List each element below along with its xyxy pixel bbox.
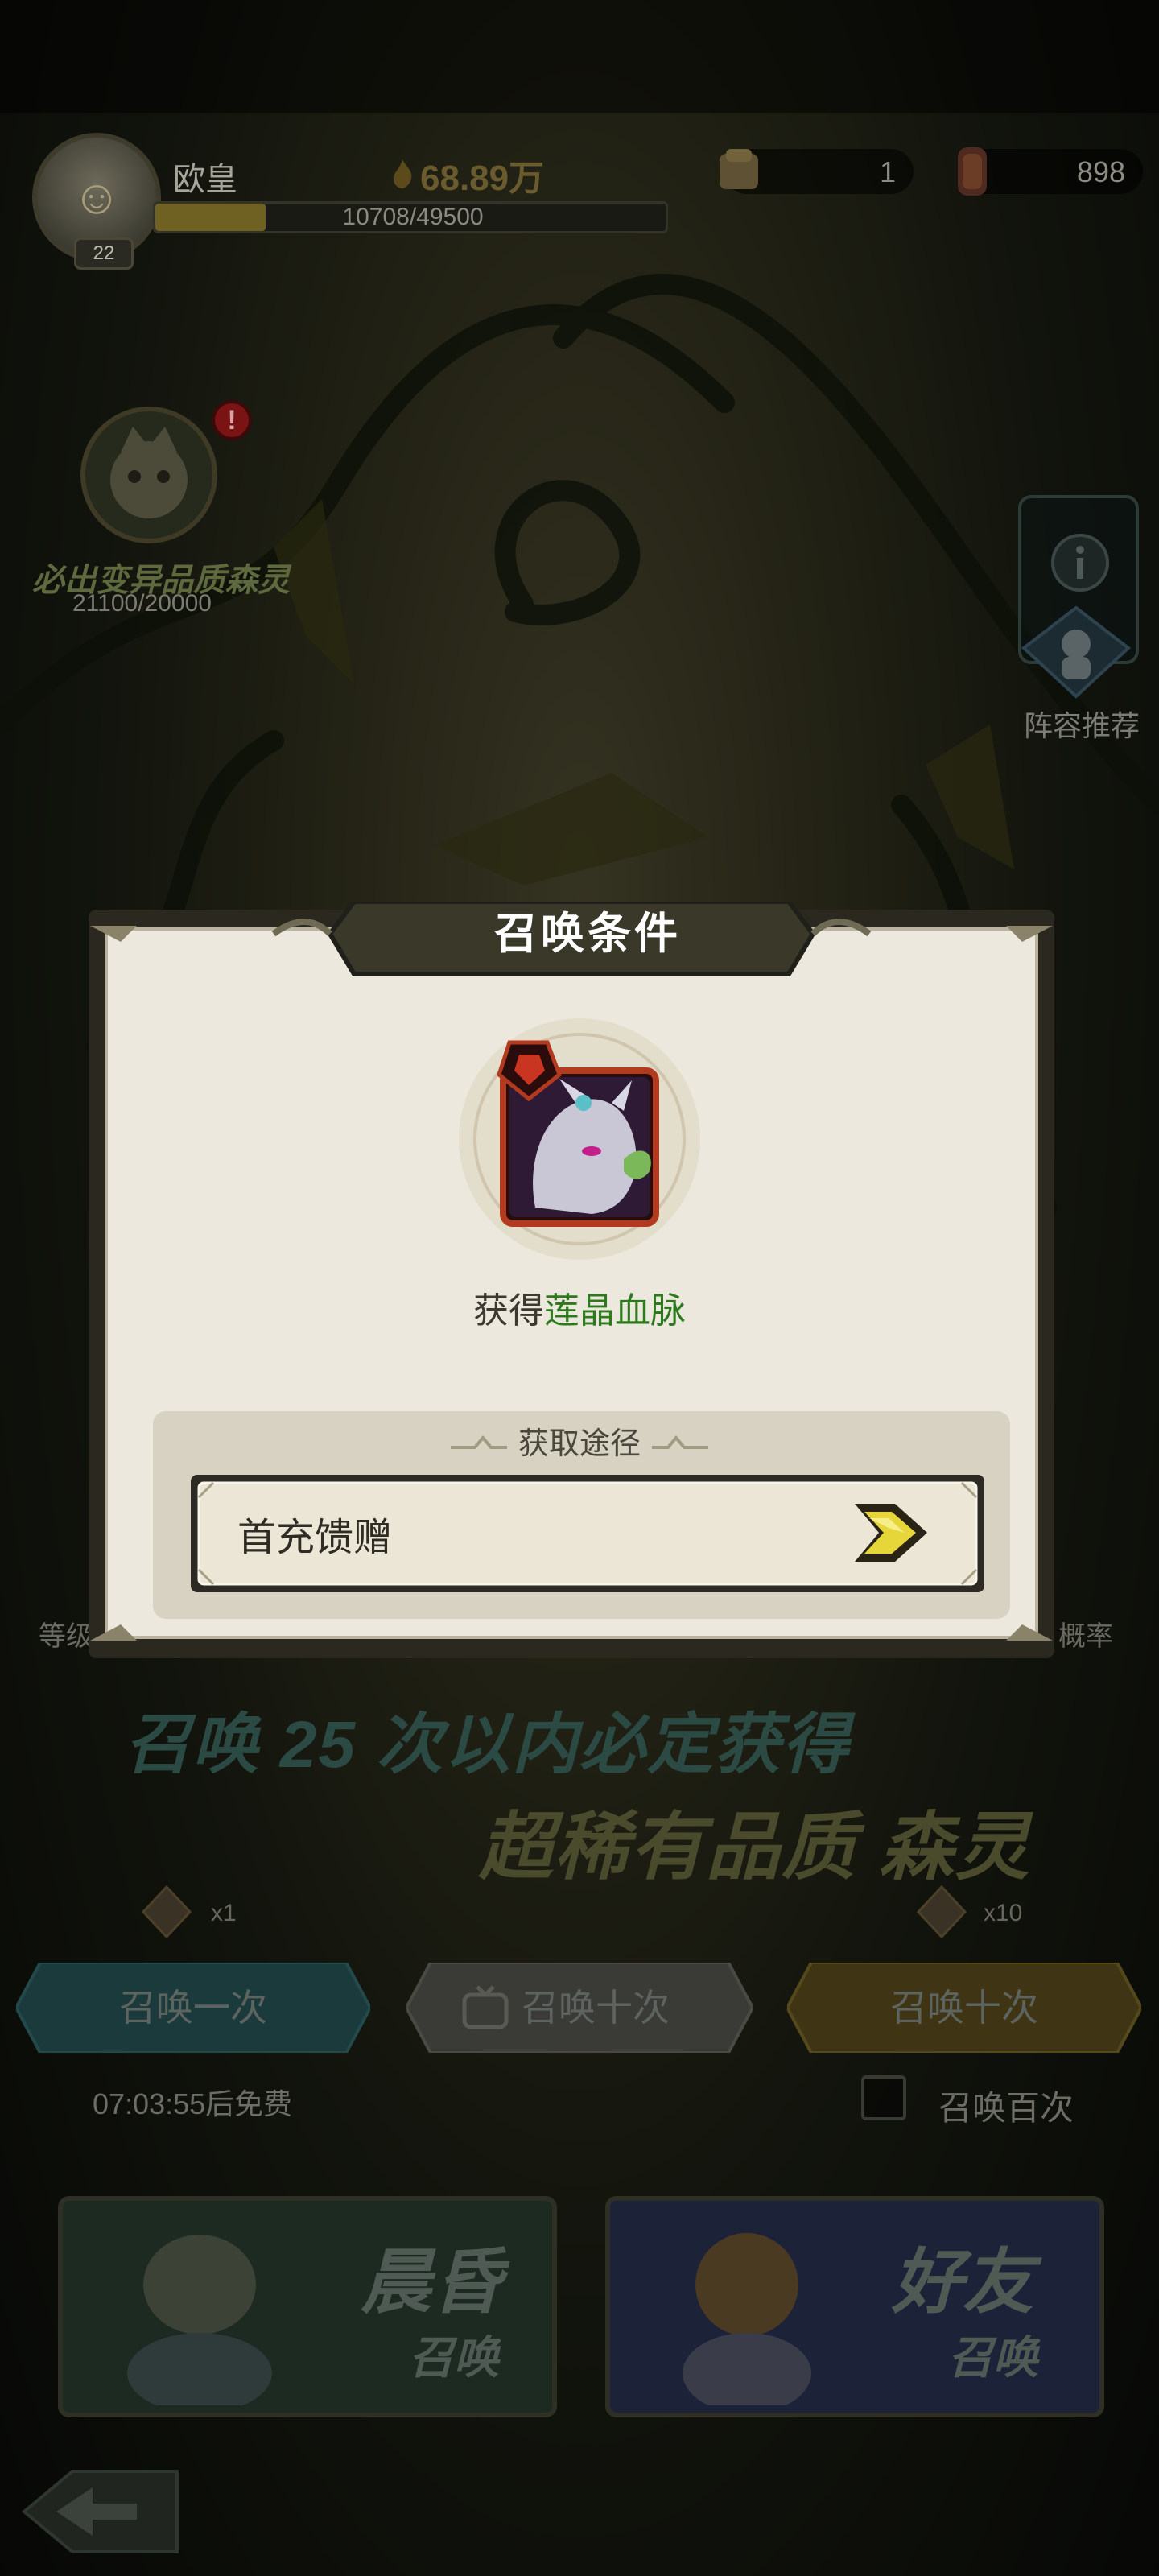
- banner-guarantee-line: 召唤 25 次以内必定获得: [125, 1708, 850, 1781]
- summon-once-button[interactable]: 召唤一次: [16, 1963, 370, 2053]
- summon-scroll-icon: [720, 149, 758, 189]
- obtain-item-name[interactable]: 莲晶血脉: [544, 1291, 686, 1331]
- premium-scroll-icon: [958, 147, 987, 196]
- friend-summon-card[interactable]: 好友 召唤: [605, 2196, 1104, 2417]
- ad-summon-ten-label: 召唤十次: [522, 1987, 670, 2029]
- summon-hundred-label: 召唤百次: [938, 2089, 1074, 2127]
- power-flame-icon: [394, 159, 412, 188]
- friend-title: 好友: [892, 2242, 1034, 2322]
- header-ornament-right-icon: [652, 1435, 708, 1449]
- power-value: 68.89万: [420, 159, 545, 198]
- exp-bar: 10708/49500: [153, 201, 668, 233]
- player-level-badge: 22: [74, 237, 134, 270]
- currency-value: 1: [879, 155, 896, 188]
- event-alert-badge: !: [212, 400, 252, 440]
- currency-summon-scroll[interactable]: 1: [720, 149, 914, 194]
- dawn-dusk-character-art: [127, 2235, 272, 2405]
- summon-ten-label: 召唤十次: [890, 1987, 1038, 2029]
- lineup-recommend-label: 阵容推荐: [1024, 709, 1140, 742]
- back-button[interactable]: [16, 2463, 185, 2560]
- dawn-dusk-sub: 召唤: [409, 2332, 499, 2383]
- obtain-prefix: 获得: [473, 1291, 544, 1331]
- dawn-dusk-summon-card[interactable]: 晨昏 召唤: [58, 2196, 557, 2417]
- mutant-spirit-event-icon[interactable]: [76, 402, 221, 547]
- acquisition-header: 获取途径: [518, 1427, 641, 1461]
- first-recharge-gift-label: 首充馈赠: [237, 1517, 393, 1559]
- level-side-label[interactable]: 等级: [39, 1614, 93, 1653]
- info-icon: [1051, 534, 1109, 592]
- currency-value: 898: [1076, 155, 1125, 188]
- free-summon-timer: 07:03:55后免费: [93, 2087, 293, 2120]
- ad-summon-ten-button[interactable]: 召唤十次: [406, 1963, 753, 2053]
- ten-cost-icon: [916, 1885, 967, 1939]
- dawn-dusk-title: 晨昏: [361, 2242, 503, 2322]
- rate-side-label[interactable]: 概率: [1058, 1614, 1113, 1653]
- lineup-recommend-icon[interactable]: [1016, 604, 1136, 708]
- single-cost-icon: [141, 1885, 192, 1939]
- lotus-crystal-bloodline-portrait[interactable]: [463, 1022, 696, 1256]
- event-progress: 21100/20000: [72, 590, 212, 617]
- summon-hundred-checkbox[interactable]: [861, 2075, 906, 2120]
- ten-cost-count: x10: [984, 1900, 1023, 1926]
- currency-premium-scroll[interactable]: 898: [958, 147, 1143, 196]
- exp-text: 10708/49500: [342, 204, 484, 230]
- dialog-title: 召唤条件: [494, 910, 681, 958]
- single-cost-count: x1: [211, 1900, 237, 1926]
- summon-once-label: 召唤一次: [119, 1987, 267, 2029]
- player-name: 欧皇: [173, 162, 237, 197]
- go-arrow-icon[interactable]: [847, 1496, 934, 1570]
- summon-ten-button[interactable]: 召唤十次: [787, 1963, 1141, 2053]
- friend-character-art: [683, 2233, 811, 2405]
- banner-rarity-line: 超稀有品质 森灵: [479, 1806, 1031, 1889]
- obtain-condition-line: 获得莲晶血脉: [0, 1282, 1159, 1333]
- friend-sub: 召唤: [948, 2332, 1038, 2383]
- status-bar-area: [0, 0, 1159, 113]
